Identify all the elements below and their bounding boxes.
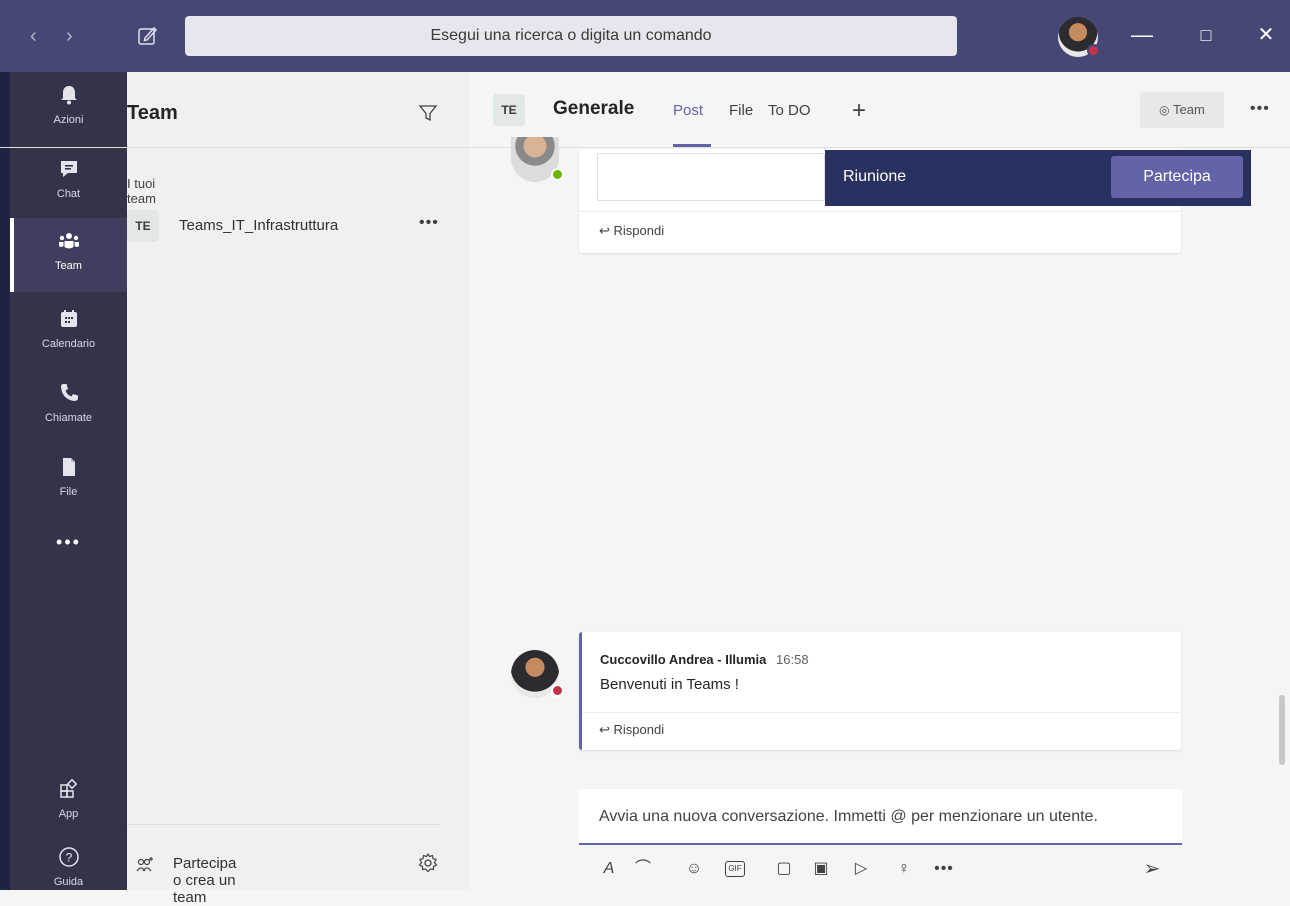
phone-icon (60, 384, 78, 401)
message-text: Benvenuti in Teams ! (600, 676, 739, 693)
create-team-icon (136, 857, 153, 872)
rail-item-azioni[interactable]: Azioni (10, 72, 127, 142)
attach-icon[interactable]: ⌒ (632, 858, 654, 880)
scrollbar-thumb[interactable] (1279, 695, 1285, 765)
meet-now-icon[interactable]: ▣ (810, 858, 832, 880)
reply-arrow-icon: ↩ (599, 722, 610, 737)
gif-icon[interactable]: GIF (725, 861, 745, 877)
card-divider (579, 211, 1181, 212)
team-name: Teams_IT_Infrastruttura (179, 217, 339, 234)
bell-icon (60, 86, 77, 105)
busy-status-dot (1087, 44, 1100, 57)
minimize-icon[interactable]: — (1122, 20, 1162, 50)
file-icon (62, 458, 75, 476)
header-divider (0, 147, 469, 148)
compose-icon[interactable] (136, 24, 160, 48)
rail-label: Azioni (53, 114, 84, 126)
rail-item-chat[interactable]: Chat (10, 146, 127, 216)
calendar-icon (60, 310, 77, 327)
active-indicator (10, 218, 14, 292)
reply-button[interactable]: ↩ Rispondi (599, 223, 664, 239)
message-card: Cuccovillo Andrea - Illumia 16:58 Benven… (579, 632, 1181, 750)
chat-icon (60, 161, 77, 177)
reply-arrow-icon: ↩ (599, 223, 610, 238)
team-row[interactable]: TE Teams_IT_Infrastruttura ••• (127, 210, 447, 250)
compose-placeholder: Avvia una nuova conversazione. Immetti @… (599, 808, 1098, 825)
rail-label: Team (55, 260, 82, 272)
tab-file[interactable]: File (729, 102, 753, 119)
settings-gear-icon[interactable] (417, 852, 439, 874)
rail-item-calendario[interactable]: Calendario (10, 296, 127, 366)
meeting-label: Riunione (843, 168, 907, 185)
teams-icon (58, 233, 79, 249)
reply-label: Rispondi (613, 223, 665, 238)
rail-label: Guida (53, 876, 84, 888)
app-rail: Azioni Chat Team Calendario Chiamate Fil… (10, 72, 127, 890)
rail-item-guida[interactable]: ? Guida (10, 834, 127, 904)
active-tab-underline (673, 144, 711, 147)
forward-arrow-icon[interactable]: › (66, 26, 73, 46)
channel-team-avatar: TE (493, 94, 525, 126)
panel-title: Team (127, 102, 178, 124)
channel-main: TE Generale Post File To DO + ◎ Team •••… (469, 72, 1290, 890)
bottom-divider (127, 824, 441, 825)
add-tab-button[interactable]: + (852, 97, 866, 125)
search-input[interactable]: Esegui una ricerca o digita un comando (185, 16, 957, 56)
eye-icon: ◎ (1159, 103, 1170, 117)
message-time: 16:58 (776, 652, 809, 667)
channel-more-icon[interactable]: ••• (1250, 100, 1270, 118)
rail-item-chiamate[interactable]: Chiamate (10, 370, 127, 440)
rail-item-file[interactable]: File (10, 444, 127, 514)
team-avatar: TE (127, 210, 159, 242)
back-arrow-icon[interactable]: ‹ (30, 26, 37, 46)
rail-label: File (59, 486, 78, 498)
join-create-team-link[interactable]: Partecipa o crea un team (173, 855, 236, 906)
close-icon[interactable]: ✕ (1246, 20, 1286, 50)
emoji-icon[interactable]: ☺ (683, 858, 705, 880)
sticker-icon[interactable]: ▢ (773, 858, 795, 880)
more-apps-icon[interactable]: ••• (10, 522, 127, 562)
rail-item-team[interactable]: Team (10, 218, 127, 292)
send-icon[interactable]: ➢ (1141, 858, 1163, 880)
team-group-label: I tuoi team (127, 176, 156, 206)
rail-label: Chiamate (44, 412, 93, 424)
reply-label: Rispondi (613, 722, 665, 737)
message-header: Cuccovillo Andrea - Illumia 16:58 (600, 652, 809, 667)
title-bar: ‹ › Esegui una ricerca o digita un coman… (0, 0, 1290, 72)
compose-input[interactable]: Avvia una nuova conversazione. Immetti @… (579, 789, 1182, 845)
rail-label: Calendario (41, 338, 96, 350)
help-icon: ? (58, 847, 79, 867)
format-icon[interactable]: A (598, 858, 620, 880)
team-list-panel: Team I tuoi team TE Teams_IT_Infrastrutt… (0, 72, 469, 906)
more-options-icon[interactable]: ••• (933, 858, 955, 880)
tab-todo[interactable]: To DO (768, 102, 811, 119)
meeting-banner: Riunione Partecipa (825, 150, 1251, 206)
channel-header: TE Generale Post File To DO + ◎ Team ••• (469, 72, 1290, 148)
window-edge (0, 0, 10, 890)
reply-button[interactable]: ↩ Rispondi (599, 722, 664, 738)
message-author: Cuccovillo Andrea - Illumia (600, 652, 767, 667)
rail-label: App (58, 808, 79, 820)
praise-icon[interactable]: ♀ (893, 858, 915, 880)
team-visibility-button[interactable]: ◎ Team (1140, 92, 1224, 128)
rail-item-app[interactable]: App (10, 766, 127, 836)
maximize-icon[interactable]: □ (1186, 20, 1226, 50)
card-divider (582, 712, 1181, 713)
meeting-preview-card[interactable] (597, 153, 825, 201)
busy-status-dot (551, 684, 564, 697)
channel-name: Generale (553, 98, 635, 119)
join-meeting-button[interactable]: Partecipa (1111, 156, 1243, 198)
svg-text:?: ? (65, 851, 72, 865)
online-status-dot (551, 168, 564, 181)
team-pill-label: Team (1173, 102, 1205, 117)
rail-label: Chat (56, 188, 81, 200)
stream-icon[interactable]: ▷ (850, 858, 872, 880)
team-more-icon[interactable]: ••• (419, 214, 439, 232)
tab-post[interactable]: Post (673, 102, 703, 119)
apps-icon (59, 778, 77, 798)
filter-icon[interactable] (417, 102, 439, 124)
